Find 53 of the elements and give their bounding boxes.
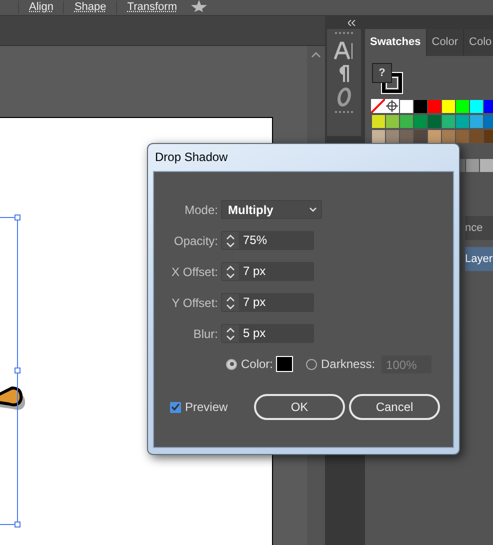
grip-icon[interactable] — [335, 111, 353, 116]
color-label: Color: — [241, 357, 274, 371]
opentype-icon[interactable] — [337, 87, 351, 107]
color-swatch[interactable] — [441, 99, 456, 114]
toolbar-menu[interactable]: Transform — [116, 1, 187, 14]
preview-checkbox[interactable] — [170, 402, 181, 412]
color-swatch[interactable] — [427, 114, 442, 129]
ok-button[interactable]: OK — [254, 394, 345, 420]
registration-swatch[interactable] — [385, 99, 399, 113]
preview-label: Preview — [185, 400, 228, 414]
color-swatch[interactable] — [399, 99, 414, 114]
panel-tab[interactable]: Swatches — [365, 29, 427, 56]
toolbar-menu[interactable]: Align — [18, 1, 64, 14]
radio-button[interactable] — [226, 358, 237, 370]
chevron-down-icon — [309, 207, 317, 212]
star-icon[interactable] — [191, 0, 207, 12]
toolbar-menu[interactable]: Shape — [63, 1, 116, 14]
color-swatch[interactable] — [385, 114, 400, 129]
color-swatch[interactable] — [455, 129, 470, 144]
field-label: Blur: — [192, 326, 218, 340]
character-icon[interactable] — [334, 41, 354, 61]
color-swatch[interactable] — [469, 99, 484, 114]
panel-tab[interactable]: nce — [465, 216, 493, 240]
dialog-title: Drop Shadow — [154, 149, 229, 166]
swatch[interactable] — [480, 159, 493, 172]
panel-tab[interactable]: Color — [426, 29, 464, 56]
color-swatch[interactable] — [371, 114, 386, 129]
field-label: Y Offset: — [170, 296, 218, 310]
color-swatch[interactable] — [413, 114, 428, 129]
swatch[interactable] — [466, 159, 479, 172]
cancel-button[interactable]: Cancel — [349, 394, 440, 420]
color-swatch[interactable] — [469, 129, 484, 144]
color-swatch[interactable] — [469, 114, 484, 129]
color-swatch[interactable] — [399, 114, 414, 129]
grip-icon[interactable] — [335, 32, 353, 37]
collapse-icon[interactable] — [348, 20, 356, 26]
field-label: Opacity: — [172, 234, 218, 248]
panel-tab[interactable]: Layer — [465, 247, 493, 271]
paragraph-icon[interactable] — [338, 65, 350, 83]
mode-dropdown[interactable]: Multiply — [221, 200, 322, 219]
mode-label: Mode: — [184, 202, 218, 216]
color-swatch[interactable] — [427, 99, 442, 114]
darkness-label: Darkness: — [321, 357, 376, 371]
caret-up-icon[interactable] — [311, 52, 321, 58]
field-label: X Offset: — [170, 264, 218, 278]
color-swatch[interactable] — [413, 99, 428, 114]
panel-tab[interactable]: Colo — [464, 29, 493, 56]
color-swatch[interactable] — [441, 114, 456, 129]
none-swatch[interactable] — [371, 99, 385, 113]
selection-bounding-box[interactable] — [0, 214, 22, 528]
color-swatch[interactable] — [455, 114, 470, 129]
color-swatch[interactable] — [455, 99, 470, 114]
fill-swatch[interactable]: ? — [372, 63, 392, 83]
